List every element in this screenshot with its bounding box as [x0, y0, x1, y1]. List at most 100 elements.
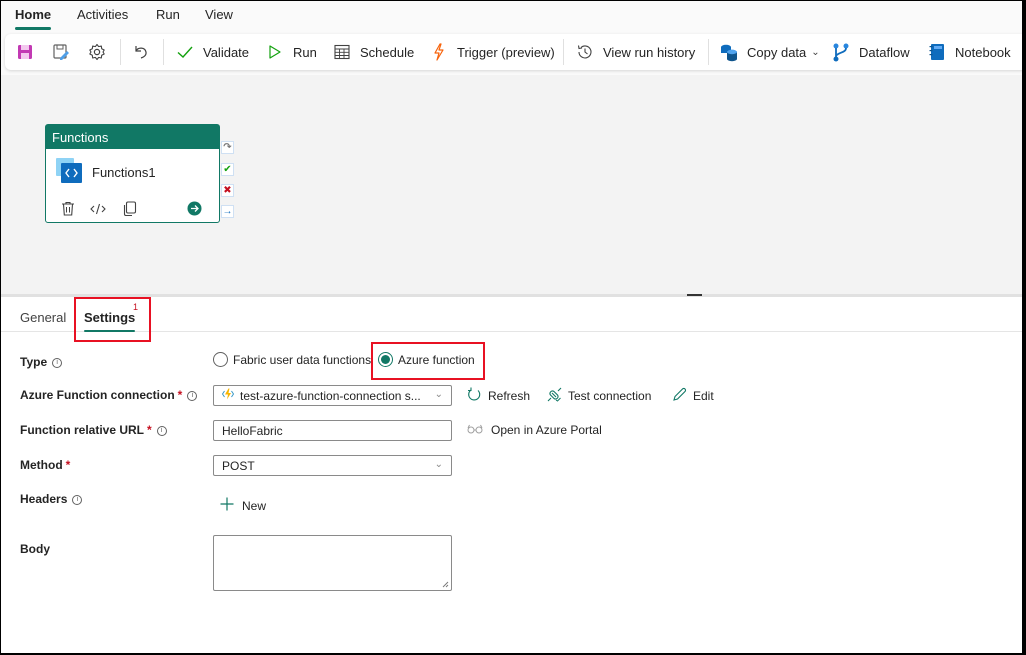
- highlight-box-settings: [74, 297, 151, 342]
- copy-activity-button[interactable]: [122, 201, 138, 219]
- view-code-button[interactable]: [90, 202, 106, 218]
- activity-name: Functions1: [92, 165, 156, 180]
- copy-icon: [123, 201, 137, 219]
- chevron-down-icon: ⌄: [434, 459, 443, 470]
- tab-activities[interactable]: Activities: [77, 7, 128, 22]
- dataflow-button[interactable]: Dataflow: [831, 34, 910, 70]
- glasses-icon: [467, 423, 483, 437]
- method-dropdown[interactable]: POST ⌄: [213, 455, 452, 476]
- run-label: Run: [293, 44, 317, 60]
- resize-grip-icon[interactable]: [442, 581, 449, 588]
- settings-button[interactable]: [87, 34, 107, 70]
- skip-connector[interactable]: ↷: [221, 141, 234, 154]
- tab-view[interactable]: View: [205, 7, 233, 22]
- refresh-button[interactable]: Refresh: [467, 387, 530, 405]
- toolbar-divider: [708, 39, 709, 65]
- headers-label: Headers i: [20, 492, 83, 506]
- gear-icon: [87, 42, 107, 62]
- functions-icon: [56, 158, 82, 184]
- connection-label-text: Azure Function connection: [20, 388, 175, 402]
- checkmark-icon: ✔: [223, 164, 232, 175]
- activity-type-label: Functions: [46, 125, 219, 149]
- close-icon: ✖: [223, 185, 232, 196]
- lightning-icon: [429, 42, 449, 62]
- save-edit-icon: [51, 42, 71, 62]
- schedule-button[interactable]: Schedule: [332, 34, 414, 70]
- database-icon: [719, 42, 739, 62]
- save-as-button[interactable]: [51, 34, 71, 70]
- body-textarea[interactable]: [213, 535, 452, 591]
- notebook-button[interactable]: Notebook: [927, 34, 1011, 70]
- pencil-icon: [672, 387, 687, 405]
- validate-button[interactable]: Validate: [175, 34, 249, 70]
- headers-label-text: Headers: [20, 492, 68, 506]
- undo-button[interactable]: [131, 34, 151, 70]
- type-label: Type i: [20, 355, 63, 369]
- method-label-text: Method: [20, 458, 63, 472]
- copy-data-label: Copy data: [747, 44, 807, 60]
- on-success-connector[interactable]: ✔: [221, 163, 234, 176]
- highlight-box-azure-function: [371, 342, 485, 380]
- toolbar: Validate Run Schedule Trigger (preview): [5, 34, 1022, 70]
- azure-function-icon: [221, 388, 235, 403]
- radio-fabric-user-data-functions[interactable]: Fabric user data functions: [213, 352, 371, 367]
- trigger-button[interactable]: Trigger (preview): [429, 34, 555, 70]
- connection-label: Azure Function connection * i: [20, 388, 198, 402]
- go-to-activity-button[interactable]: [186, 201, 202, 219]
- arrow-right-circle-icon: [187, 201, 202, 219]
- method-label: Method *: [20, 458, 70, 472]
- tab-home[interactable]: Home: [15, 7, 52, 30]
- save-button[interactable]: [15, 34, 35, 70]
- tab-general[interactable]: General: [20, 310, 66, 325]
- info-icon: i: [72, 495, 83, 505]
- app-window: Home Activities Run View Validate Run Sc…: [1, 1, 1022, 653]
- delete-activity-button[interactable]: [60, 201, 76, 219]
- on-completion-connector[interactable]: →: [221, 205, 234, 218]
- arrow-right-icon: →: [222, 206, 233, 217]
- open-in-azure-portal-link[interactable]: Open in Azure Portal: [467, 423, 602, 437]
- pipeline-canvas[interactable]: Functions Functions1 ↷ ✔ ✖ →: [1, 75, 1022, 294]
- new-header-label: New: [242, 498, 267, 513]
- trash-icon: [61, 201, 75, 219]
- open-portal-label: Open in Azure Portal: [491, 423, 602, 437]
- refresh-icon: [467, 387, 482, 405]
- plug-connected-icon: [547, 387, 562, 405]
- run-button[interactable]: Run: [265, 34, 317, 70]
- connection-dropdown[interactable]: test-azure-function-connection s... ⌄: [213, 385, 452, 406]
- undo-icon: [131, 42, 151, 62]
- required-marker: *: [65, 458, 71, 472]
- properties-panel: General Settings 1 Type i Fabric user dat…: [1, 297, 1022, 653]
- history-label: View run history: [603, 44, 696, 60]
- add-header-button[interactable]: New: [220, 497, 266, 514]
- splitter-grip[interactable]: [687, 294, 702, 296]
- tab-run[interactable]: Run: [156, 7, 180, 22]
- type-label-text: Type: [20, 355, 48, 369]
- toolbar-divider: [120, 39, 121, 65]
- redo-arrow-icon: ↷: [223, 142, 232, 153]
- play-icon: [265, 42, 285, 62]
- connection-value: test-azure-function-connection s...: [240, 388, 421, 403]
- test-connection-button[interactable]: Test connection: [547, 387, 651, 405]
- relative-url-label-text: Function relative URL: [20, 423, 145, 437]
- radio-label: Fabric user data functions: [233, 352, 372, 367]
- chevron-down-icon: ⌄: [434, 389, 443, 400]
- validate-label: Validate: [203, 44, 250, 60]
- code-icon: [90, 202, 106, 219]
- relative-url-label: Function relative URL * i: [20, 423, 167, 437]
- chevron-down-icon: ⌄: [811, 46, 820, 58]
- relative-url-input[interactable]: HelloFabric: [213, 420, 452, 441]
- edit-label: Edit: [693, 389, 714, 403]
- plus-icon: [220, 497, 234, 514]
- toolbar-divider: [163, 39, 164, 65]
- properties-tabs: General Settings 1: [1, 297, 1022, 332]
- calendar-icon: [332, 42, 352, 62]
- method-value: POST: [222, 458, 255, 473]
- edit-button[interactable]: Edit: [672, 387, 714, 405]
- schedule-label: Schedule: [360, 44, 415, 60]
- body-label: Body: [20, 542, 50, 556]
- functions-activity-node[interactable]: Functions Functions1 ↷ ✔ ✖ →: [45, 124, 234, 223]
- copy-data-button[interactable]: Copy data ⌄: [719, 34, 820, 70]
- on-failure-connector[interactable]: ✖: [221, 184, 234, 197]
- view-run-history-button[interactable]: View run history: [575, 34, 695, 70]
- checkmark-icon: [175, 42, 195, 62]
